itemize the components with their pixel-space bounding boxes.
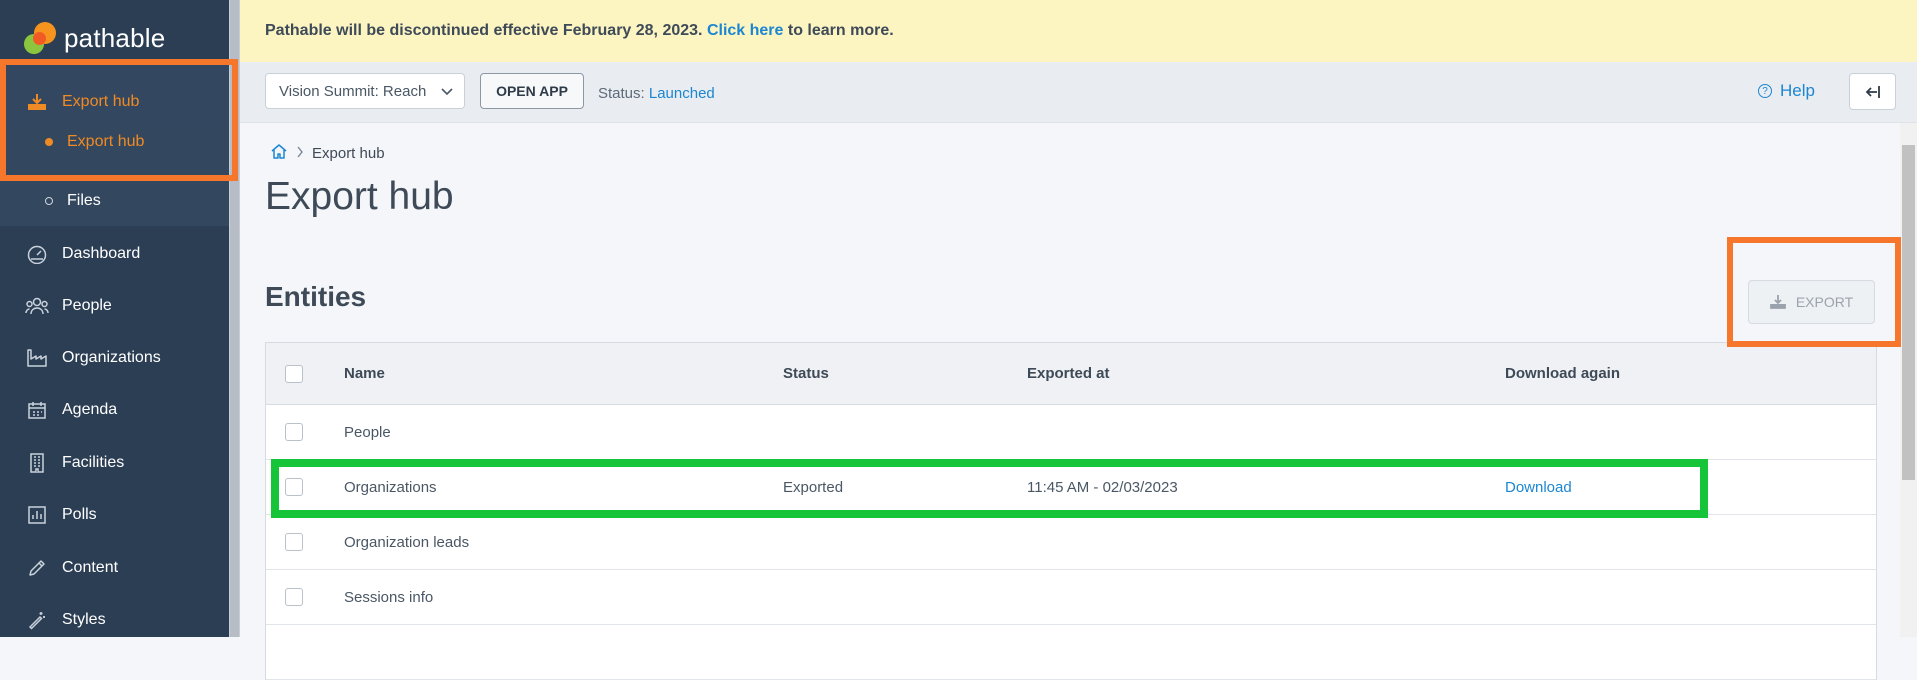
main-scrollbar[interactable] [1900,123,1917,637]
event-select[interactable]: Vision Summit: Reach [265,73,465,109]
status-label: Status: [598,85,645,102]
sidebar-item-agenda[interactable]: Agenda [0,390,229,430]
pencil-icon [25,556,49,580]
table-row[interactable] [266,625,1876,680]
status-value: Launched [648,85,715,102]
help-link[interactable]: ? Help [1758,81,1815,101]
sidebar-item-label: People [62,297,112,314]
sidebar-item-label: Styles [62,611,106,628]
event-status: Status: Launched [598,85,715,102]
row-checkbox[interactable] [285,533,303,551]
discontinued-banner: Pathable will be discontinued effective … [240,0,1917,63]
highlight-export-button [1727,237,1901,347]
event-select-value: Vision Summit: Reach [279,82,427,100]
breadcrumb: Export hub [270,143,385,164]
column-header-name[interactable]: Name [344,343,385,404]
open-app-button[interactable]: OPEN APP [480,73,584,109]
magic-wand-icon [25,608,49,632]
subnav-item-label: Files [67,192,101,209]
sidebar-item-facilities[interactable]: Facilities [0,443,229,483]
row-name: Sessions info [344,588,434,606]
highlight-organizations-row [271,459,1708,518]
sidebar-item-label: Dashboard [62,245,141,262]
sidebar-item-label: Facilities [62,454,125,471]
collapse-arrow-icon [1865,85,1880,98]
help-label: Help [1780,81,1815,100]
banner-message: Pathable will be discontinued effective … [265,22,703,39]
row-checkbox[interactable] [285,588,303,606]
table-row[interactable]: Organization leads [266,515,1876,570]
sidebar-item-styles[interactable]: Styles [0,600,229,640]
banner-suffix: to learn more. [787,22,894,39]
app-name: pathable [64,22,166,53]
breadcrumb-chevron-icon [296,145,304,162]
sidebar-item-people[interactable]: People [0,286,229,326]
main-scrollbar-thumb[interactable] [1902,145,1915,480]
section-title: Entities [265,281,367,312]
calendar-icon [25,398,49,422]
row-checkbox[interactable] [285,423,303,441]
sidebar-item-label: Polls [62,506,97,523]
pathable-logo-icon [24,20,60,56]
chevron-down-icon [440,84,454,102]
select-all-checkbox[interactable] [285,364,303,383]
banner-link[interactable]: Click here [707,22,783,39]
home-icon[interactable] [270,143,288,164]
app-logo[interactable]: pathable [24,20,165,56]
page-title: Export hub [265,175,454,218]
sidebar-item-label: Organizations [62,349,161,366]
factory-icon [25,346,49,370]
sidebar-item-dashboard[interactable]: Dashboard [0,234,229,274]
banner-text: Pathable will be discontinued effective … [265,22,894,40]
sidebar-item-label: Content [62,559,119,576]
gauge-icon [25,242,49,266]
sidebar-item-polls[interactable]: Polls [0,495,229,535]
table-header: Name Status Exported at Download again [266,343,1876,405]
help-circle-icon: ? [1758,84,1772,98]
select-all-cell [285,343,303,404]
subnav-item-files[interactable]: Files [0,183,229,219]
row-checkbox-cell [285,405,303,459]
inactive-dot-icon [45,197,53,205]
table-row[interactable]: Sessions info [266,570,1876,625]
row-name: Organization leads [344,533,470,551]
highlight-export-hub [0,59,238,181]
building-icon [25,451,49,475]
table-row[interactable]: People [266,405,1876,460]
breadcrumb-current: Export hub [312,145,385,162]
people-icon [25,294,49,318]
sidebar-item-label: Agenda [62,401,118,418]
sidebar-item-content[interactable]: Content [0,548,229,588]
collapse-sidebar-button[interactable] [1849,73,1896,110]
sidebar-item-organizations[interactable]: Organizations [0,338,229,378]
toolbar: Vision Summit: Reach OPEN APP Status: La… [240,62,1917,123]
row-checkbox-cell [285,515,303,569]
column-header-download-again[interactable]: Download again [1505,343,1620,404]
row-name: People [344,423,391,441]
column-header-status[interactable]: Status [783,343,829,404]
row-checkbox-cell [285,570,303,624]
bar-chart-icon [25,503,49,527]
main-content: Export hub Export hub Entities EXPORT Na… [240,123,1900,680]
column-header-exported-at[interactable]: Exported at [1027,343,1110,404]
